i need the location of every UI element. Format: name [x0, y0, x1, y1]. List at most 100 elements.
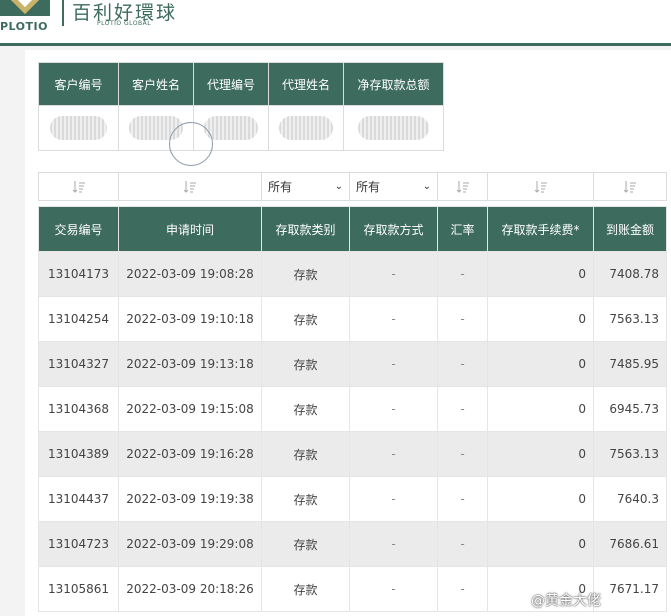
sort-icon: [183, 180, 196, 193]
sort-transaction-id[interactable]: [38, 172, 119, 201]
cell-category: 存款: [261, 296, 350, 342]
category-filter-select[interactable]: 所有 ⌄: [262, 174, 349, 200]
cell-category: 存款: [261, 341, 350, 387]
sort-icon: [72, 180, 85, 193]
logo-text-en: PLOTIO: [0, 20, 48, 33]
filter-row: 所有 ⌄ 所有 ⌄: [38, 172, 667, 201]
cell-rate: -: [437, 431, 488, 477]
account-summary-table: 客户编号 客户姓名 代理编号 代理姓名 净存取款总额: [38, 62, 444, 151]
cell-amount: 7563.13: [593, 296, 667, 342]
cell-category: 存款: [261, 431, 350, 477]
table-row[interactable]: 13104389 2022-03-09 19:16:28 存款 - - 0 75…: [38, 431, 667, 477]
logo-icon: [0, 0, 50, 16]
category-filter-value: 所有: [268, 180, 293, 194]
cell-category: 存款: [261, 251, 350, 297]
cursor-ring: [169, 122, 213, 166]
cell-fee: 0: [487, 476, 594, 522]
logo-subtitle: PLOTIO GLOBAL: [97, 20, 152, 27]
cell-transaction-id: 13104254: [38, 296, 119, 342]
chevron-down-icon: ⌄: [422, 181, 431, 192]
col-header-method[interactable]: 存取款方式: [349, 206, 438, 252]
cell-request-time: 2022-03-09 19:15:08: [118, 386, 262, 432]
cell-fee: 0: [487, 386, 594, 432]
cell-method: -: [349, 341, 438, 387]
cell-transaction-id: 13104389: [38, 431, 119, 477]
summary-header-client-name: 客户姓名: [118, 62, 194, 106]
summary-agent-name-redacted: [268, 105, 344, 151]
cell-fee: 0: [487, 341, 594, 387]
cell-amount: 7485.95: [593, 341, 667, 387]
site-header: PLOTIO 百利好環球 PLOTIO GLOBAL: [0, 0, 671, 46]
cell-request-time: 2022-03-09 19:16:28: [118, 431, 262, 477]
cell-rate: -: [437, 251, 488, 297]
cell-rate: -: [437, 566, 488, 612]
table-row[interactable]: 13104254 2022-03-09 19:10:18 存款 - - 0 75…: [38, 296, 667, 342]
sort-icon: [623, 180, 636, 193]
category-filter-cell[interactable]: 所有 ⌄: [261, 172, 350, 201]
sort-icon: [456, 180, 469, 193]
col-header-amount[interactable]: 到账金额: [593, 206, 667, 252]
cell-fee: 0: [487, 251, 594, 297]
cell-method: -: [349, 251, 438, 297]
table-row[interactable]: 13104327 2022-03-09 19:13:18 存款 - - 0 74…: [38, 341, 667, 387]
sort-fee[interactable]: [487, 172, 594, 201]
cell-category: 存款: [261, 566, 350, 612]
chevron-down-icon: ⌄: [334, 181, 343, 192]
col-header-category[interactable]: 存取款类别: [261, 206, 350, 252]
cell-request-time: 2022-03-09 19:08:28: [118, 251, 262, 297]
cell-fee: 0: [487, 521, 594, 567]
cell-transaction-id: 13104723: [38, 521, 119, 567]
col-header-request-time[interactable]: 申请时间: [118, 206, 262, 252]
cell-amount: 6945.73: [593, 386, 667, 432]
cell-amount: 7563.13: [593, 431, 667, 477]
table-row[interactable]: 13104437 2022-03-09 19:19:38 存款 - - 0 76…: [38, 476, 667, 522]
cell-rate: -: [437, 476, 488, 522]
col-header-rate[interactable]: 汇率: [437, 206, 488, 252]
sort-amount[interactable]: [593, 172, 667, 201]
summary-header-net-total: 净存取款总额: [343, 62, 444, 106]
col-header-transaction-id[interactable]: 交易编号: [38, 206, 119, 252]
sort-icon: [534, 180, 547, 193]
cell-amount: 7686.61: [593, 521, 667, 567]
cell-transaction-id: 13104437: [38, 476, 119, 522]
transactions-header-row: 交易编号 申请时间 存取款类别 存取款方式 汇率 存取款手续费* 到账金额: [38, 206, 667, 252]
cell-category: 存款: [261, 476, 350, 522]
summary-client-id-redacted: [38, 105, 119, 151]
cell-rate: -: [437, 386, 488, 432]
cell-rate: -: [437, 341, 488, 387]
cell-transaction-id: 13104368: [38, 386, 119, 432]
content-panel: 客户编号 客户姓名 代理编号 代理姓名 净存取款总额 所有 ⌄ 所有 ⌄ 交易编…: [25, 50, 671, 616]
summary-header-client-id: 客户编号: [38, 62, 119, 106]
transactions-table: 交易编号 申请时间 存取款类别 存取款方式 汇率 存取款手续费* 到账金额 13…: [38, 206, 667, 612]
cell-category: 存款: [261, 521, 350, 567]
col-header-fee[interactable]: 存取款手续费*: [487, 206, 594, 252]
cell-request-time: 2022-03-09 20:18:26: [118, 566, 262, 612]
summary-value-row: [38, 105, 444, 151]
cell-fee: 0: [487, 296, 594, 342]
cell-amount: 7408.78: [593, 251, 667, 297]
table-row[interactable]: 13104173 2022-03-09 19:08:28 存款 - - 0 74…: [38, 251, 667, 297]
cell-transaction-id: 13105861: [38, 566, 119, 612]
cell-method: -: [349, 476, 438, 522]
cell-fee: 0: [487, 431, 594, 477]
cell-method: -: [349, 566, 438, 612]
cell-amount: 7671.17: [593, 566, 667, 612]
cell-transaction-id: 13104327: [38, 341, 119, 387]
cell-transaction-id: 13104173: [38, 251, 119, 297]
logo-divider: [62, 0, 64, 26]
cell-method: -: [349, 296, 438, 342]
method-filter-select[interactable]: 所有 ⌄: [350, 174, 437, 200]
cell-request-time: 2022-03-09 19:19:38: [118, 476, 262, 522]
summary-header-agent-id: 代理编号: [193, 62, 269, 106]
table-row[interactable]: 13104723 2022-03-09 19:29:08 存款 - - 0 76…: [38, 521, 667, 567]
sort-rate[interactable]: [437, 172, 488, 201]
method-filter-cell[interactable]: 所有 ⌄: [349, 172, 438, 201]
cell-amount: 7640.3: [593, 476, 667, 522]
sort-request-time[interactable]: [118, 172, 262, 201]
cell-rate: -: [437, 296, 488, 342]
cell-request-time: 2022-03-09 19:10:18: [118, 296, 262, 342]
table-row[interactable]: 13104368 2022-03-09 19:15:08 存款 - - 0 69…: [38, 386, 667, 432]
summary-header-row: 客户编号 客户姓名 代理编号 代理姓名 净存取款总额: [38, 62, 444, 106]
cell-rate: -: [437, 521, 488, 567]
cell-request-time: 2022-03-09 19:13:18: [118, 341, 262, 387]
